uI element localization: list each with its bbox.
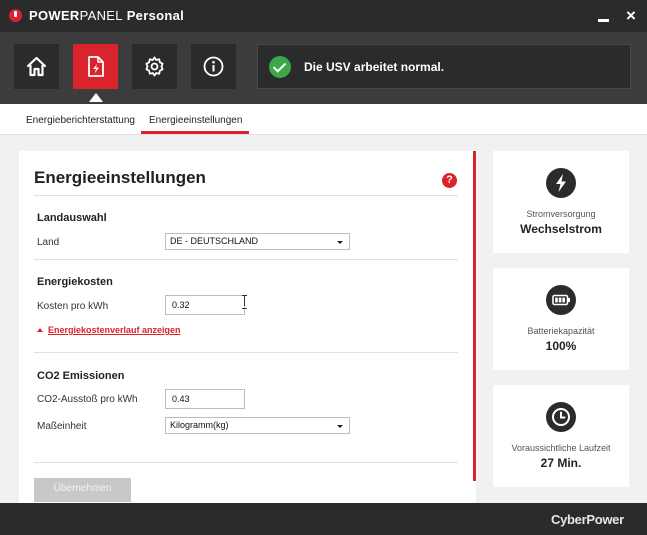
ups-status-box: Die USV arbeitet normal.: [257, 44, 631, 89]
co2-per-kwh-input[interactable]: 0.43: [165, 389, 245, 409]
divider: [34, 462, 458, 463]
app-title-part-personal: Personal: [122, 8, 185, 23]
info-button[interactable]: [191, 44, 236, 89]
chevron-down-icon: [337, 241, 343, 244]
minimize-button[interactable]: [592, 4, 616, 28]
battery-icon: [546, 285, 576, 315]
power-source-value: Wechselstrom: [520, 222, 602, 236]
chevron-down-icon: [337, 425, 343, 428]
triangle-up-icon: [37, 328, 43, 332]
lightning-icon: [546, 168, 576, 198]
content-area: Energieeinstellungen ? Landauswahl Land …: [0, 135, 647, 503]
tab-energy-settings[interactable]: Energieeinstellungen: [149, 115, 242, 126]
toolbar: Die USV arbeitet normal.: [0, 32, 647, 104]
country-label: Land: [37, 237, 60, 248]
battery-capacity-card: Batteriekapazität 100%: [493, 268, 629, 370]
divider: [34, 195, 458, 196]
power-source-label: Stromversorgung: [526, 209, 596, 219]
show-cost-history-link[interactable]: Energiekostenverlauf anzeigen: [37, 325, 181, 335]
energy-document-icon: [88, 56, 104, 77]
panel-title: Energieeinstellungen: [34, 168, 206, 187]
text-cursor-icon: [241, 295, 248, 309]
app-logo-icon: [9, 9, 22, 22]
gear-icon: [145, 56, 164, 77]
power-source-card: Stromversorgung Wechselstrom: [493, 151, 629, 253]
energy-button[interactable]: [73, 44, 118, 102]
divider: [34, 352, 458, 353]
show-cost-history-link-text: Energiekostenverlauf anzeigen: [48, 325, 181, 335]
runtime-value: 27 Min.: [540, 456, 582, 470]
divider: [34, 259, 458, 260]
app-title-part-panel: PANEL: [79, 8, 123, 23]
footer: CyberPower: [0, 503, 647, 535]
unit-select-value: Kilogramm(kg): [170, 420, 229, 430]
tab-bar: Energieberichterstattung Energieeinstell…: [0, 104, 647, 135]
cost-per-kwh-label: Kosten pro kWh: [37, 301, 109, 312]
country-section-title: Landauswahl: [37, 212, 107, 224]
battery-capacity-label: Batteriekapazität: [527, 326, 595, 336]
runtime-card: Voraussichtliche Laufzeit 27 Min.: [493, 385, 629, 487]
cyberpower-logo: CyberPower: [551, 512, 624, 527]
country-select[interactable]: DE - DEUTSCHLAND: [165, 233, 350, 250]
co2-section-title: CO2 Emissionen: [37, 370, 125, 382]
ups-status-text: Die USV arbeitet normal.: [304, 60, 445, 74]
minimize-icon: [598, 19, 609, 22]
runtime-label: Voraussichtliche Laufzeit: [511, 443, 611, 453]
close-button[interactable]: ×: [619, 4, 643, 28]
title-bar: POWERPANEL Personal ×: [0, 0, 647, 32]
costs-section-title: Energiekosten: [37, 276, 113, 288]
info-icon: [203, 56, 224, 77]
app-title: POWERPANEL Personal: [29, 8, 184, 23]
home-button[interactable]: [14, 44, 59, 89]
unit-label: Maßeinheit: [37, 421, 87, 432]
clock-icon: [546, 402, 576, 432]
cost-per-kwh-input[interactable]: 0.32: [165, 295, 245, 315]
unit-select[interactable]: Kilogramm(kg): [165, 417, 350, 434]
home-icon: [26, 56, 47, 77]
check-icon: [269, 56, 291, 78]
country-select-value: DE - DEUTSCHLAND: [170, 236, 259, 246]
tab-energy-reporting[interactable]: Energieberichterstattung: [26, 115, 135, 126]
co2-per-kwh-label: CO2-Ausstoß pro kWh: [37, 394, 138, 405]
help-icon[interactable]: ?: [442, 173, 457, 188]
energy-settings-panel: Energieeinstellungen ? Landauswahl Land …: [19, 151, 476, 503]
panel-scrollbar[interactable]: [473, 151, 476, 481]
active-tab-indicator: [141, 131, 249, 134]
app-title-part-power: POWER: [29, 8, 80, 23]
battery-capacity-value: 100%: [545, 339, 577, 353]
apply-button[interactable]: Übernehmen: [34, 478, 131, 502]
settings-button[interactable]: [132, 44, 177, 89]
